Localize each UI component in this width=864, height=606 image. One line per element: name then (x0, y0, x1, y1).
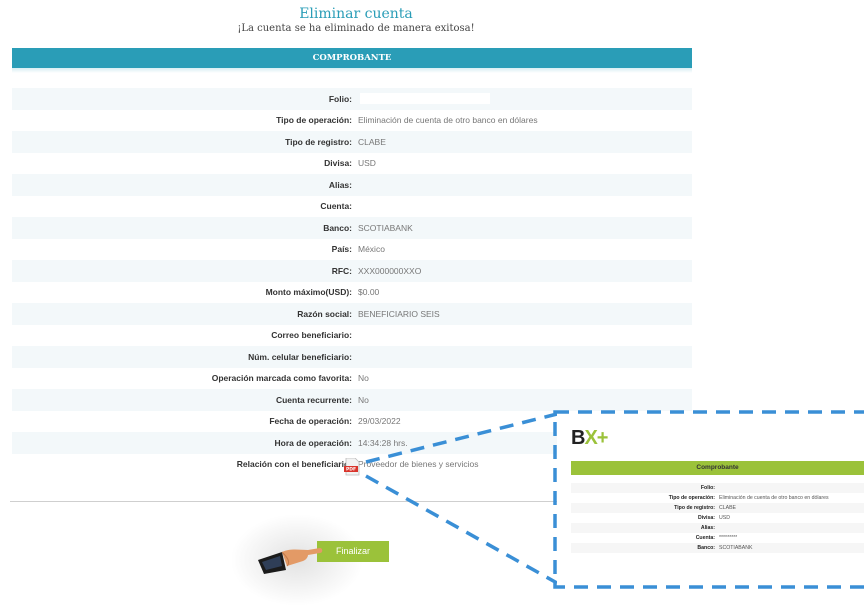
zoom-frame (553, 410, 864, 589)
